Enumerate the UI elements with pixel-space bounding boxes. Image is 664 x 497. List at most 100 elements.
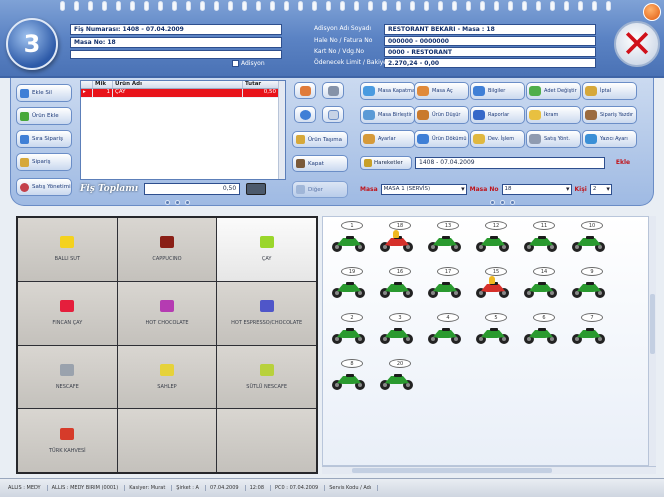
table-row[interactable]: ▸ 1 ÇAY 0,50 <box>81 89 285 98</box>
binding-ring <box>60 1 65 11</box>
binding-ring <box>116 1 121 11</box>
product-tile[interactable]: SÜTLÜ NESCAFE <box>217 345 316 409</box>
checkbox-box[interactable] <box>232 60 239 67</box>
guest-count-dropdown[interactable]: 2 <box>589 183 612 195</box>
adisyon-checkbox[interactable]: Adisyon <box>232 60 265 67</box>
table-2[interactable]: 2 <box>329 313 369 345</box>
table-13[interactable]: 13 <box>425 221 465 253</box>
action-button-15[interactable]: Yazıcı Ayarı <box>582 130 637 148</box>
product-tile[interactable]: ÇAY <box>217 218 316 281</box>
action-button-9[interactable]: İkram <box>526 106 581 124</box>
table-7[interactable]: 7 <box>569 313 609 345</box>
table-10[interactable]: 10 <box>569 221 609 253</box>
binding-ring <box>508 1 513 11</box>
action-button-label: Adet Değiştir <box>544 88 577 94</box>
binding-ring <box>410 1 415 11</box>
table-8[interactable]: 8 <box>329 359 369 391</box>
scroll-thumb[interactable] <box>650 294 655 354</box>
sales-icon <box>20 182 29 192</box>
rowhead-col <box>81 81 93 88</box>
table-18[interactable]: 18 <box>377 221 417 253</box>
binding-ring <box>494 1 499 11</box>
action-icon <box>529 110 541 120</box>
order-button[interactable]: Sipariş <box>16 153 72 171</box>
table-12[interactable]: 12 <box>473 221 513 253</box>
plus-tool-button[interactable] <box>294 106 316 123</box>
close-bill-button[interactable]: Kapat <box>292 155 348 172</box>
transfer-product-label: Ürün Taşıma <box>308 136 342 143</box>
close-button[interactable]: ✕ <box>614 21 660 67</box>
product-tile[interactable]: CAPPUCINO <box>117 218 217 281</box>
table-6[interactable]: 6 <box>521 313 561 345</box>
action-button-label: Masa Aç <box>432 88 453 94</box>
action-button-6[interactable]: Masa Birleştir <box>360 106 415 124</box>
cancel-tool-button[interactable] <box>294 82 316 99</box>
transactions-select[interactable]: 1408 - 07.04.2009 <box>415 157 605 169</box>
product-tile[interactable]: NESCAFE <box>18 345 117 409</box>
app-logo: 3 <box>6 18 58 70</box>
action-button-13[interactable]: Dev. İşlem <box>470 130 525 148</box>
add-product-button[interactable]: Ürün Ekle <box>16 107 72 125</box>
action-button-3[interactable]: Bilgiler <box>470 82 525 100</box>
sales-management-button[interactable]: Satış Yönetimi <box>16 178 72 196</box>
table-16[interactable]: 16 <box>377 267 417 299</box>
action-button-12[interactable]: Ürün Dökümü <box>414 130 469 148</box>
cup-icon <box>60 363 75 376</box>
table-14[interactable]: 14 <box>521 267 561 299</box>
product-tile[interactable]: BALLI SUT <box>18 218 117 281</box>
order-items-grid[interactable]: Mik Ürün Adı Tutar ▸ 1 ÇAY 0,50 <box>80 80 286 180</box>
table-1[interactable]: 1 <box>329 221 369 253</box>
left-page-dots[interactable] <box>165 200 190 205</box>
binding-ring <box>424 1 429 11</box>
table-map-vscrollbar[interactable] <box>648 216 656 466</box>
delete-item-button[interactable]: Ekle Sil <box>16 84 72 102</box>
right-page-dots[interactable] <box>490 200 515 205</box>
note-field[interactable] <box>70 50 282 59</box>
product-tile[interactable]: HOT ESPRESSO/CHOCOLATE <box>217 281 316 345</box>
action-button-14[interactable]: Satış Yönt. <box>526 130 581 148</box>
info-value-2: 000000 - 0000000 <box>384 36 596 46</box>
action-button-5[interactable]: İptal <box>582 82 637 100</box>
action-button-2[interactable]: Masa Aç <box>414 82 469 100</box>
action-button-8[interactable]: Raporlar <box>470 106 525 124</box>
delete-item-label: Ekle Sil <box>32 90 52 96</box>
add-transaction-link[interactable]: Ekle <box>608 157 638 169</box>
order-sequence-button[interactable]: Sıra Sipariş <box>16 130 72 148</box>
grid-scrollbar[interactable] <box>278 81 285 179</box>
action-button-1[interactable]: Masa Kapatma <box>360 82 415 100</box>
table-20[interactable]: 20 <box>377 359 417 391</box>
scroll-thumb[interactable] <box>352 468 552 473</box>
table-9[interactable]: 9 <box>569 267 609 299</box>
action-button-7[interactable]: Ürün Düşür <box>414 106 469 124</box>
table-5[interactable]: 5 <box>473 313 513 345</box>
section-dropdown[interactable]: MASA 1 (SERVİS) <box>380 183 467 195</box>
action-button-4[interactable]: Adet Değiştir <box>526 82 581 100</box>
product-tile[interactable]: SAHLEP <box>117 345 217 409</box>
table-17[interactable]: 17 <box>425 267 465 299</box>
table-19[interactable]: 19 <box>329 267 369 299</box>
binding-ring <box>130 1 135 11</box>
table-map: 1 18 13 12 11 10 19 16 17 15 14 9 2 3 4 5 6 7 8 20 <box>322 216 652 466</box>
table-4[interactable]: 4 <box>425 313 465 345</box>
action-button-11[interactable]: Ayarlar <box>360 130 415 148</box>
action-button-label: Ürün Düşür <box>432 112 461 118</box>
transfer-product-button[interactable]: Ürün Taşıma <box>292 131 348 148</box>
table-15[interactable]: 15 <box>473 267 513 299</box>
action-button-10[interactable]: Sipariş Yazdır <box>582 106 637 124</box>
product-tile[interactable]: HOT CHOCOLATE <box>117 281 217 345</box>
table-no-dropdown[interactable]: 18 <box>501 183 572 195</box>
calculator-button[interactable] <box>246 183 267 195</box>
product-tile[interactable]: TÜRK KAHVESİ <box>18 409 117 472</box>
table-map-hscrollbar[interactable] <box>322 466 656 474</box>
transactions-button[interactable]: Hareketler <box>360 156 412 170</box>
product-tile <box>217 409 316 472</box>
table-11[interactable]: 11 <box>521 221 561 253</box>
binding-ring <box>228 1 233 11</box>
table-number: 13 <box>437 221 459 230</box>
help-icon[interactable] <box>643 3 661 21</box>
printer-tool-button[interactable] <box>322 82 344 99</box>
product-tile[interactable]: FINCAN ÇAY <box>18 281 117 345</box>
table-number: 9 <box>581 267 603 276</box>
table-3[interactable]: 3 <box>377 313 417 345</box>
minus-tool-button[interactable] <box>322 106 344 123</box>
